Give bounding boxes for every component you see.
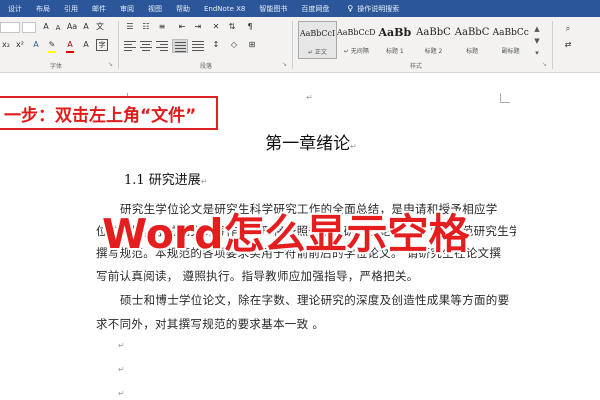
tab-help[interactable]: 帮助: [176, 4, 190, 14]
font-color-icon[interactable]: A: [64, 39, 76, 51]
style-sample: AaBbCc: [492, 28, 529, 38]
style-subtitle[interactable]: AaBbCc 副标题: [491, 21, 530, 59]
paragraph-mark: ↵: [118, 389, 125, 398]
borders-icon[interactable]: ⊞: [246, 39, 258, 51]
tab-mailings[interactable]: 邮件: [92, 4, 106, 14]
font-dialog-launcher-icon[interactable]: ↘: [108, 61, 113, 68]
paragraph-dialog-launcher-icon[interactable]: ↘: [282, 61, 287, 68]
gallery-more-icon[interactable]: ▲ ▼ ▾: [532, 23, 542, 59]
phonetic-guide-icon[interactable]: 文: [94, 21, 106, 33]
section-heading-text: 1.1 研究进展: [124, 173, 201, 188]
font-group-label: 字体: [50, 63, 63, 70]
line-spacing-icon[interactable]: ↕: [210, 39, 222, 51]
tell-me-search[interactable]: ♀ 操作说明搜索: [347, 4, 413, 14]
font-name-dropdown[interactable]: [0, 22, 20, 33]
tab-view[interactable]: 视图: [148, 4, 162, 14]
paragraph-group-label: 段落: [200, 63, 213, 70]
highlight-swatch: [48, 51, 56, 53]
section-heading[interactable]: 1.1 研究进展↵: [124, 169, 208, 188]
chapter-heading-text: 第一章绪论: [265, 134, 351, 154]
style-name: ↵ 正文: [308, 49, 327, 56]
sort-icon[interactable]: ⇅: [226, 21, 238, 33]
font-size-dropdown[interactable]: [22, 22, 36, 33]
style-sample: AaBbCcD: [336, 28, 376, 37]
bullets-icon[interactable]: ☰: [124, 21, 136, 33]
multilevel-list-icon[interactable]: ≡: [156, 21, 168, 33]
font-color-swatch: [66, 51, 74, 53]
tab-baidu-netdisk[interactable]: 百度网盘: [301, 4, 329, 14]
margin-corner-mark: [500, 93, 510, 103]
style-title[interactable]: AaBbC 标题: [453, 21, 492, 59]
justify-icon[interactable]: [172, 39, 188, 53]
tab-references[interactable]: 引用: [64, 4, 78, 14]
paragraph-mark: ↵: [118, 341, 125, 350]
align-left-icon[interactable]: [124, 41, 136, 51]
styles-dialog-launcher-icon[interactable]: ↘: [542, 61, 547, 68]
find-icon[interactable]: ⌕: [562, 23, 574, 35]
paragraph-mark: ↵: [200, 177, 208, 186]
increase-indent-icon[interactable]: ⇥: [192, 21, 204, 33]
paragraph-mark: ↵: [306, 93, 313, 102]
grow-font-icon[interactable]: A: [40, 21, 52, 33]
group-divider: [118, 21, 119, 69]
shrink-font-icon[interactable]: A: [52, 22, 64, 34]
style-name: 标题 2: [424, 48, 443, 55]
style-no-spacing[interactable]: AaBbCcD ↵ 无间隔: [337, 21, 376, 59]
tab-layout[interactable]: 布局: [36, 4, 50, 14]
enclosed-char-icon[interactable]: 字: [96, 39, 108, 51]
overlay-title: Word怎么显示空格: [102, 210, 470, 258]
chapter-heading[interactable]: 第一章绪论↵: [0, 129, 600, 154]
style-sample: AaBb: [378, 26, 412, 39]
superscript-icon[interactable]: x²: [14, 39, 26, 51]
body-text-line[interactable]: 求不同外，对其撰写规范的要求基本一致 。: [96, 316, 516, 332]
tab-design[interactable]: 设计: [8, 4, 22, 14]
lightbulb-icon: ♀: [347, 4, 354, 13]
tab-review[interactable]: 审阅: [120, 4, 134, 14]
highlight-icon[interactable]: ✎: [46, 39, 58, 51]
styles-group-label: 样式: [410, 63, 423, 70]
tell-me-label: 操作说明搜索: [357, 4, 400, 13]
style-name: 标题: [466, 48, 479, 55]
style-heading-1[interactable]: AaBb 标题 1: [376, 21, 415, 59]
paragraph-mark: ↵: [350, 142, 357, 151]
clear-format-icon[interactable]: A: [80, 21, 92, 33]
chinese-layout-icon[interactable]: ✕: [210, 21, 222, 33]
group-divider: [292, 21, 293, 69]
style-name: 副标题: [501, 48, 520, 55]
ribbon: A A Aa A 文 x₂ x² A ✎ A A 字 字体 ↘ ☰ ☷ ≡ ⇤ …: [0, 17, 600, 73]
center-icon[interactable]: [140, 41, 152, 51]
shading-icon[interactable]: ◇: [228, 39, 240, 51]
numbering-icon[interactable]: ☷: [140, 21, 152, 33]
replace-icon[interactable]: ⇄: [562, 39, 574, 51]
body-text-line[interactable]: 硕士和博士学位论文，除在字数、理论研究的深度及创造性成果等方面的要: [96, 292, 516, 308]
decrease-indent-icon[interactable]: ⇤: [176, 21, 188, 33]
align-right-icon[interactable]: [156, 41, 168, 51]
step-instruction-text: 一步：双击左上角“文件”: [4, 105, 197, 126]
style-name: 标题 1: [385, 48, 404, 55]
tab-endnote[interactable]: EndNote X8: [204, 5, 245, 13]
style-normal[interactable]: AaBbCcI ↵ 正文: [298, 21, 337, 59]
pilcrow-icon[interactable]: ¶: [244, 21, 256, 33]
distributed-icon[interactable]: [192, 41, 204, 51]
paragraph-mark: ↵: [118, 365, 125, 374]
styles-gallery: AaBbCcI ↵ 正文 AaBbCcD ↵ 无间隔 AaBb 标题 1 AaB…: [298, 21, 530, 59]
style-sample: AaBbC: [454, 27, 490, 38]
ribbon-tab-bar: 设计 布局 引用 邮件 审阅 视图 帮助 EndNote X8 智能图书 百度网…: [0, 0, 600, 17]
character-shading-icon[interactable]: A: [80, 39, 92, 51]
subscript-icon[interactable]: x₂: [0, 39, 12, 51]
change-case-icon[interactable]: Aa: [66, 21, 78, 33]
body-text-line[interactable]: 写前认真阅读， 遵照执行。指导教师应加强指导，严格把关。: [96, 268, 516, 284]
step-instruction-callout: 一步：双击左上角“文件”: [0, 96, 218, 130]
style-sample: AaBbCcI: [299, 29, 336, 38]
group-divider: [552, 21, 553, 69]
style-name: ↵ 无间隔: [343, 48, 369, 55]
style-heading-2[interactable]: AaBbC 标题 2: [414, 21, 453, 59]
style-sample: AaBbC: [416, 27, 451, 38]
text-effects-icon[interactable]: A: [30, 39, 42, 51]
tab-smart-book[interactable]: 智能图书: [259, 4, 287, 14]
